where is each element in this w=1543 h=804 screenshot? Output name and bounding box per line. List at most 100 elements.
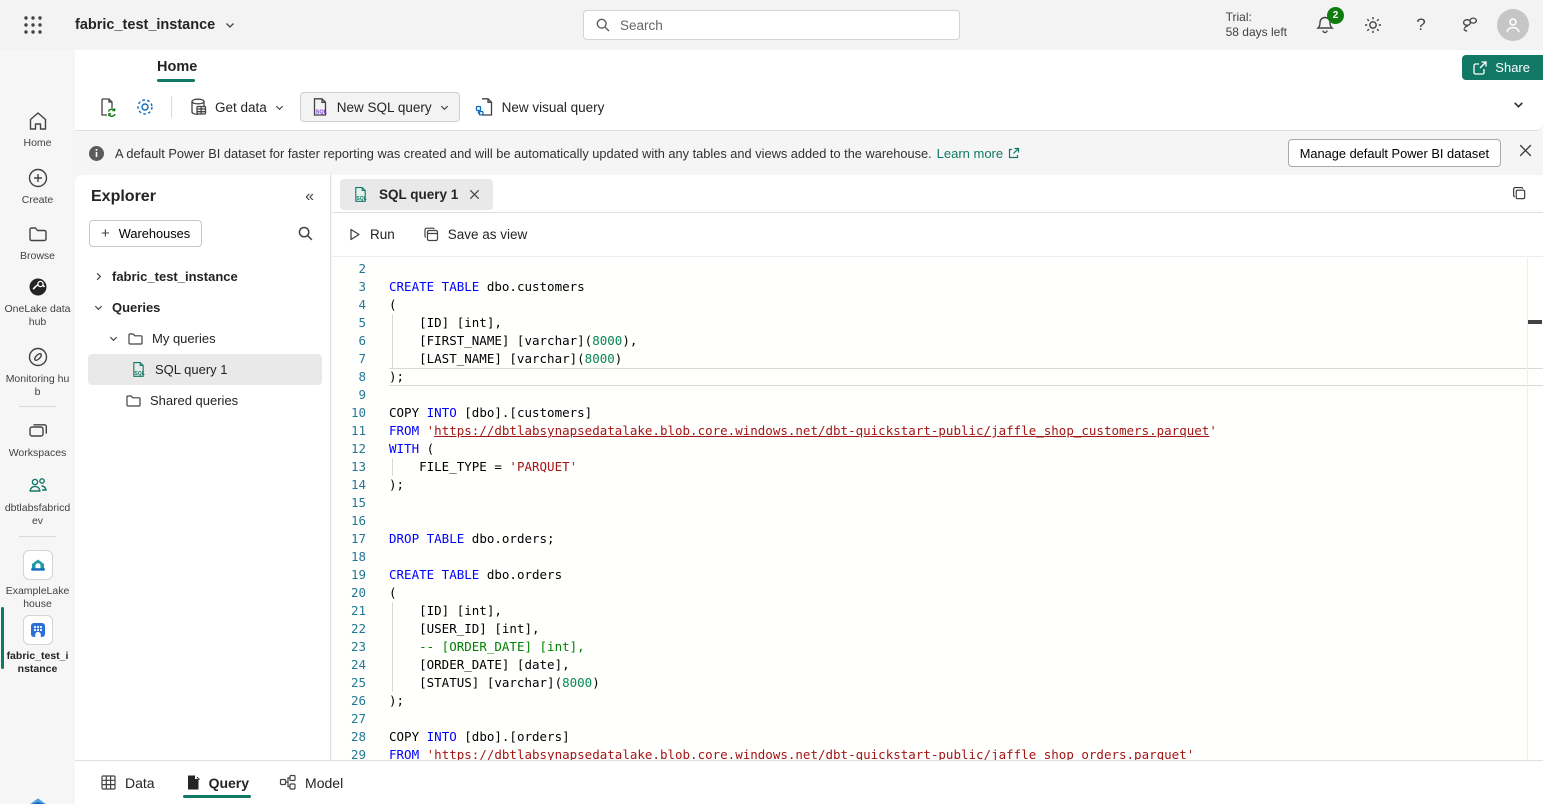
line-content[interactable]: ( xyxy=(389,296,1543,314)
learn-more-link[interactable]: Learn more xyxy=(937,146,1020,161)
nav-data-warehouse[interactable]: Data Warehouse xyxy=(0,795,75,804)
view-tab-model[interactable]: Model xyxy=(279,761,343,804)
nav-workspace-dbtlabsfabricdev[interactable]: dbtlabsfabricdev xyxy=(0,475,75,528)
notifications-button[interactable]: 2 xyxy=(1301,0,1349,50)
avatar[interactable] xyxy=(1497,9,1529,41)
close-tab-icon[interactable] xyxy=(468,188,481,201)
line-content[interactable]: ); xyxy=(389,476,1543,494)
line-content[interactable]: [ID] [int], xyxy=(389,602,1543,620)
add-warehouses-button[interactable]: + Warehouses xyxy=(89,220,202,247)
line-content[interactable]: FROM 'https://dbtlabsynapsedatalake.blob… xyxy=(389,746,1543,760)
code-line[interactable]: 21 [ID] [int], xyxy=(332,602,1543,620)
nav-home[interactable]: Home xyxy=(0,110,75,150)
settings-button[interactable] xyxy=(1349,0,1397,50)
code-line[interactable]: 28COPY INTO [dbo].[orders] xyxy=(332,728,1543,746)
line-content[interactable]: FROM 'https://dbtlabsynapsedatalake.blob… xyxy=(389,422,1543,440)
view-tab-query[interactable]: Query xyxy=(185,761,249,804)
code-line[interactable]: 11FROM 'https://dbtlabsynapsedatalake.bl… xyxy=(332,422,1543,440)
line-content[interactable]: ); xyxy=(389,368,1543,386)
line-content[interactable] xyxy=(389,710,1543,728)
line-content[interactable]: DROP TABLE dbo.orders; xyxy=(389,530,1543,548)
line-content[interactable]: [LAST_NAME] [varchar](8000) xyxy=(389,350,1543,368)
line-content[interactable]: [FIRST_NAME] [varchar](8000), xyxy=(389,332,1543,350)
line-content[interactable]: -- [ORDER_DATE] [int], xyxy=(389,638,1543,656)
code-line[interactable]: 4( xyxy=(332,296,1543,314)
nav-workspaces[interactable]: Workspaces xyxy=(0,420,75,460)
share-button[interactable]: Share xyxy=(1462,55,1543,80)
tree-item-warehouse[interactable]: fabric_test_instance xyxy=(75,261,330,292)
collapse-panel-icon[interactable]: « xyxy=(305,188,314,206)
code-line[interactable]: 27 xyxy=(332,710,1543,728)
code-line[interactable]: 14); xyxy=(332,476,1543,494)
nav-monitoring-hub[interactable]: Monitoring hub xyxy=(0,346,75,399)
line-content[interactable] xyxy=(389,548,1543,566)
code-line[interactable]: 7 [LAST_NAME] [varchar](8000) xyxy=(332,350,1543,368)
tree-item-shared-queries[interactable]: Shared queries xyxy=(75,385,330,416)
help-button[interactable]: ? xyxy=(1397,0,1445,50)
code-line[interactable]: 23 -- [ORDER_DATE] [int], xyxy=(332,638,1543,656)
line-content[interactable] xyxy=(389,494,1543,512)
line-content[interactable]: CREATE TABLE dbo.customers xyxy=(389,278,1543,296)
editor-scrollbar-thumb[interactable] xyxy=(1528,320,1542,324)
line-content[interactable]: [ORDER_DATE] [date], xyxy=(389,656,1543,674)
banner-close-icon[interactable] xyxy=(1518,143,1533,158)
code-line[interactable]: 5 [ID] [int], xyxy=(332,314,1543,332)
code-line[interactable]: 19CREATE TABLE dbo.orders xyxy=(332,566,1543,584)
code-line[interactable]: 20( xyxy=(332,584,1543,602)
feedback-button[interactable] xyxy=(1445,0,1493,50)
ribbon-expand-chevron-icon[interactable] xyxy=(1512,98,1525,111)
code-line[interactable]: 12WITH ( xyxy=(332,440,1543,458)
manage-dataset-button[interactable]: Manage default Power BI dataset xyxy=(1288,139,1501,167)
run-button[interactable]: Run xyxy=(347,227,395,242)
code-line[interactable]: 18 xyxy=(332,548,1543,566)
code-line[interactable]: 2 xyxy=(332,260,1543,278)
line-content[interactable]: WITH ( xyxy=(389,440,1543,458)
line-content[interactable] xyxy=(389,386,1543,404)
tree-item-queries[interactable]: Queries xyxy=(75,292,330,323)
code-line[interactable]: 9 xyxy=(332,386,1543,404)
nav-item-fabric-test-instance[interactable]: fabric_test_instance xyxy=(0,615,75,676)
code-line[interactable]: 26); xyxy=(332,692,1543,710)
tree-item-sql-query-1[interactable]: SQL SQL query 1 xyxy=(88,354,322,385)
nav-create[interactable]: Create xyxy=(0,167,75,207)
line-content[interactable]: COPY INTO [dbo].[orders] xyxy=(389,728,1543,746)
nav-browse[interactable]: Browse xyxy=(0,223,75,263)
new-sql-query-button[interactable]: SQL New SQL query xyxy=(300,92,460,122)
app-launcher-icon[interactable] xyxy=(22,14,44,36)
code-line[interactable]: 13 FILE_TYPE = 'PARQUET' xyxy=(332,458,1543,476)
query-settings-button[interactable] xyxy=(126,92,164,122)
query-tab-sql-query-1[interactable]: SQL SQL query 1 xyxy=(340,179,493,210)
line-content[interactable]: [STATUS] [varchar](8000) xyxy=(389,674,1543,692)
nav-item-examplelakehouse[interactable]: ExampleLakehouse xyxy=(0,550,75,611)
get-data-button[interactable]: Get data xyxy=(179,92,294,122)
code-line[interactable]: 29FROM 'https://dbtlabsynapsedatalake.bl… xyxy=(332,746,1543,760)
view-tab-data[interactable]: Data xyxy=(100,761,155,804)
refresh-button[interactable] xyxy=(88,92,126,122)
code-line[interactable]: 22 [USER_ID] [int], xyxy=(332,620,1543,638)
code-line[interactable]: 3CREATE TABLE dbo.customers xyxy=(332,278,1543,296)
line-content[interactable]: CREATE TABLE dbo.orders xyxy=(389,566,1543,584)
code-line[interactable]: 6 [FIRST_NAME] [varchar](8000), xyxy=(332,332,1543,350)
code-line[interactable]: 17DROP TABLE dbo.orders; xyxy=(332,530,1543,548)
sql-editor[interactable]: 23CREATE TABLE dbo.customers4(5 [ID] [in… xyxy=(332,258,1543,760)
code-line[interactable]: 16 xyxy=(332,512,1543,530)
code-line[interactable]: 8); xyxy=(332,368,1543,386)
line-content[interactable]: ( xyxy=(389,584,1543,602)
line-content[interactable]: [USER_ID] [int], xyxy=(389,620,1543,638)
explorer-search-icon[interactable] xyxy=(297,225,314,242)
line-content[interactable]: FILE_TYPE = 'PARQUET' xyxy=(389,458,1543,476)
code-line[interactable]: 15 xyxy=(332,494,1543,512)
tree-item-my-queries[interactable]: My queries xyxy=(75,323,330,354)
code-line[interactable]: 10COPY INTO [dbo].[customers] xyxy=(332,404,1543,422)
new-visual-query-button[interactable]: New visual query xyxy=(466,92,614,122)
line-content[interactable] xyxy=(389,260,1543,278)
line-content[interactable] xyxy=(389,512,1543,530)
search-input[interactable]: Search xyxy=(583,10,960,40)
workspace-switcher[interactable]: fabric_test_instance xyxy=(75,0,236,50)
line-content[interactable]: [ID] [int], xyxy=(389,314,1543,332)
sql-editor-lines[interactable]: 23CREATE TABLE dbo.customers4(5 [ID] [in… xyxy=(332,258,1543,760)
save-as-view-button[interactable]: Save as view xyxy=(423,226,528,243)
line-content[interactable]: ); xyxy=(389,692,1543,710)
nav-onelake-data-hub[interactable]: OneLake data hub xyxy=(0,276,75,329)
copy-icon[interactable] xyxy=(1511,185,1528,202)
